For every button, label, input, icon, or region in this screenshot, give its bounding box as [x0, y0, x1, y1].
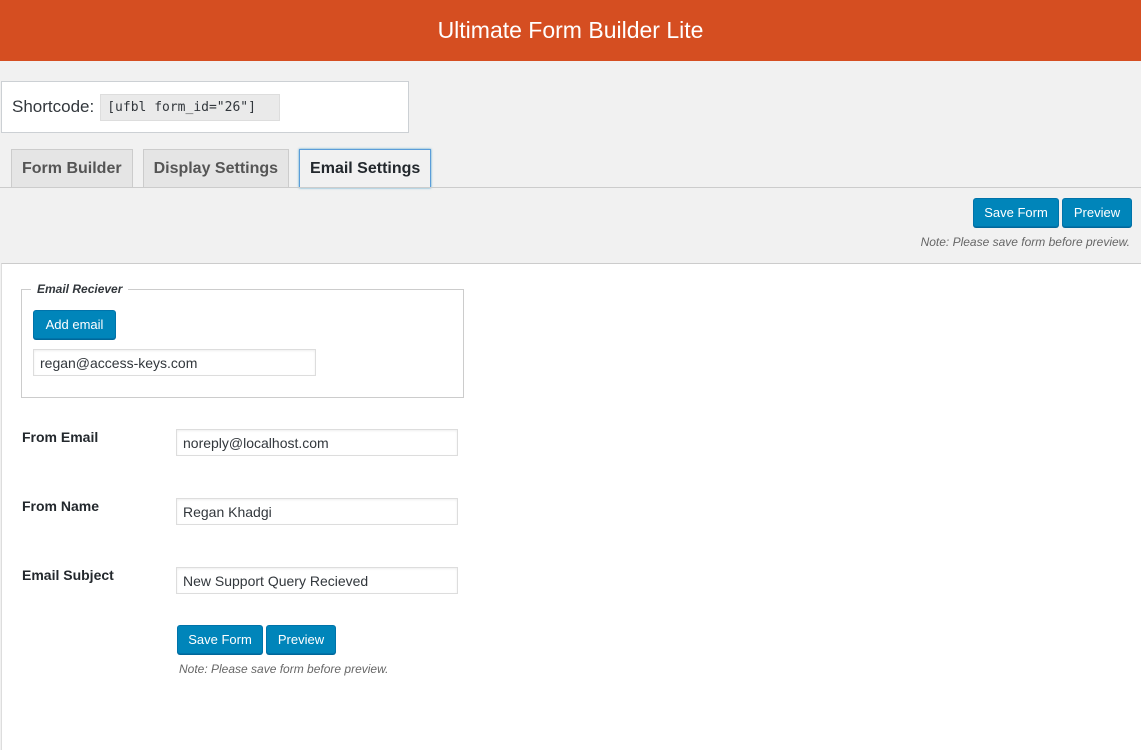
shortcode-value[interactable]: [ufbl form_id="26"] [100, 93, 281, 121]
preview-note-bottom: Note: Please save form before preview. [179, 662, 389, 676]
app-header: Ultimate Form Builder Lite [0, 0, 1141, 61]
email-receiver-legend: Email Reciever [31, 282, 129, 296]
add-email-button[interactable]: Add email [33, 310, 116, 339]
settings-tabs: Form Builder Display Settings Email Sett… [11, 149, 441, 188]
app-title: Ultimate Form Builder Lite [437, 17, 704, 43]
receiver-email-input[interactable]: regan@access-keys.com [33, 349, 316, 376]
from-email-label: From Email [22, 429, 99, 445]
top-actions: Save Form Preview [973, 198, 1132, 227]
tab-display-settings[interactable]: Display Settings [142, 149, 290, 188]
tabs-divider [0, 187, 1141, 188]
from-email-input[interactable]: noreply@localhost.com [176, 429, 458, 456]
shortcode-panel: Shortcode: [ufbl form_id="26"] [1, 81, 409, 133]
email-receiver-fieldset [21, 289, 464, 398]
tab-email-settings[interactable]: Email Settings [299, 149, 432, 188]
email-subject-label: Email Subject [22, 567, 114, 583]
tab-form-builder[interactable]: Form Builder [11, 149, 133, 188]
preview-button[interactable]: Preview [1062, 198, 1132, 227]
save-form-button-bottom[interactable]: Save Form [177, 625, 263, 654]
from-name-input[interactable]: Regan Khadgi [176, 498, 458, 525]
preview-button-bottom[interactable]: Preview [266, 625, 336, 654]
bottom-actions: Save Form Preview [177, 625, 336, 654]
preview-note: Note: Please save form before preview. [920, 235, 1130, 249]
from-name-label: From Name [22, 498, 100, 514]
shortcode-label: Shortcode: [12, 97, 95, 116]
email-subject-input[interactable]: New Support Query Recieved [176, 567, 458, 594]
save-form-button[interactable]: Save Form [973, 198, 1059, 227]
